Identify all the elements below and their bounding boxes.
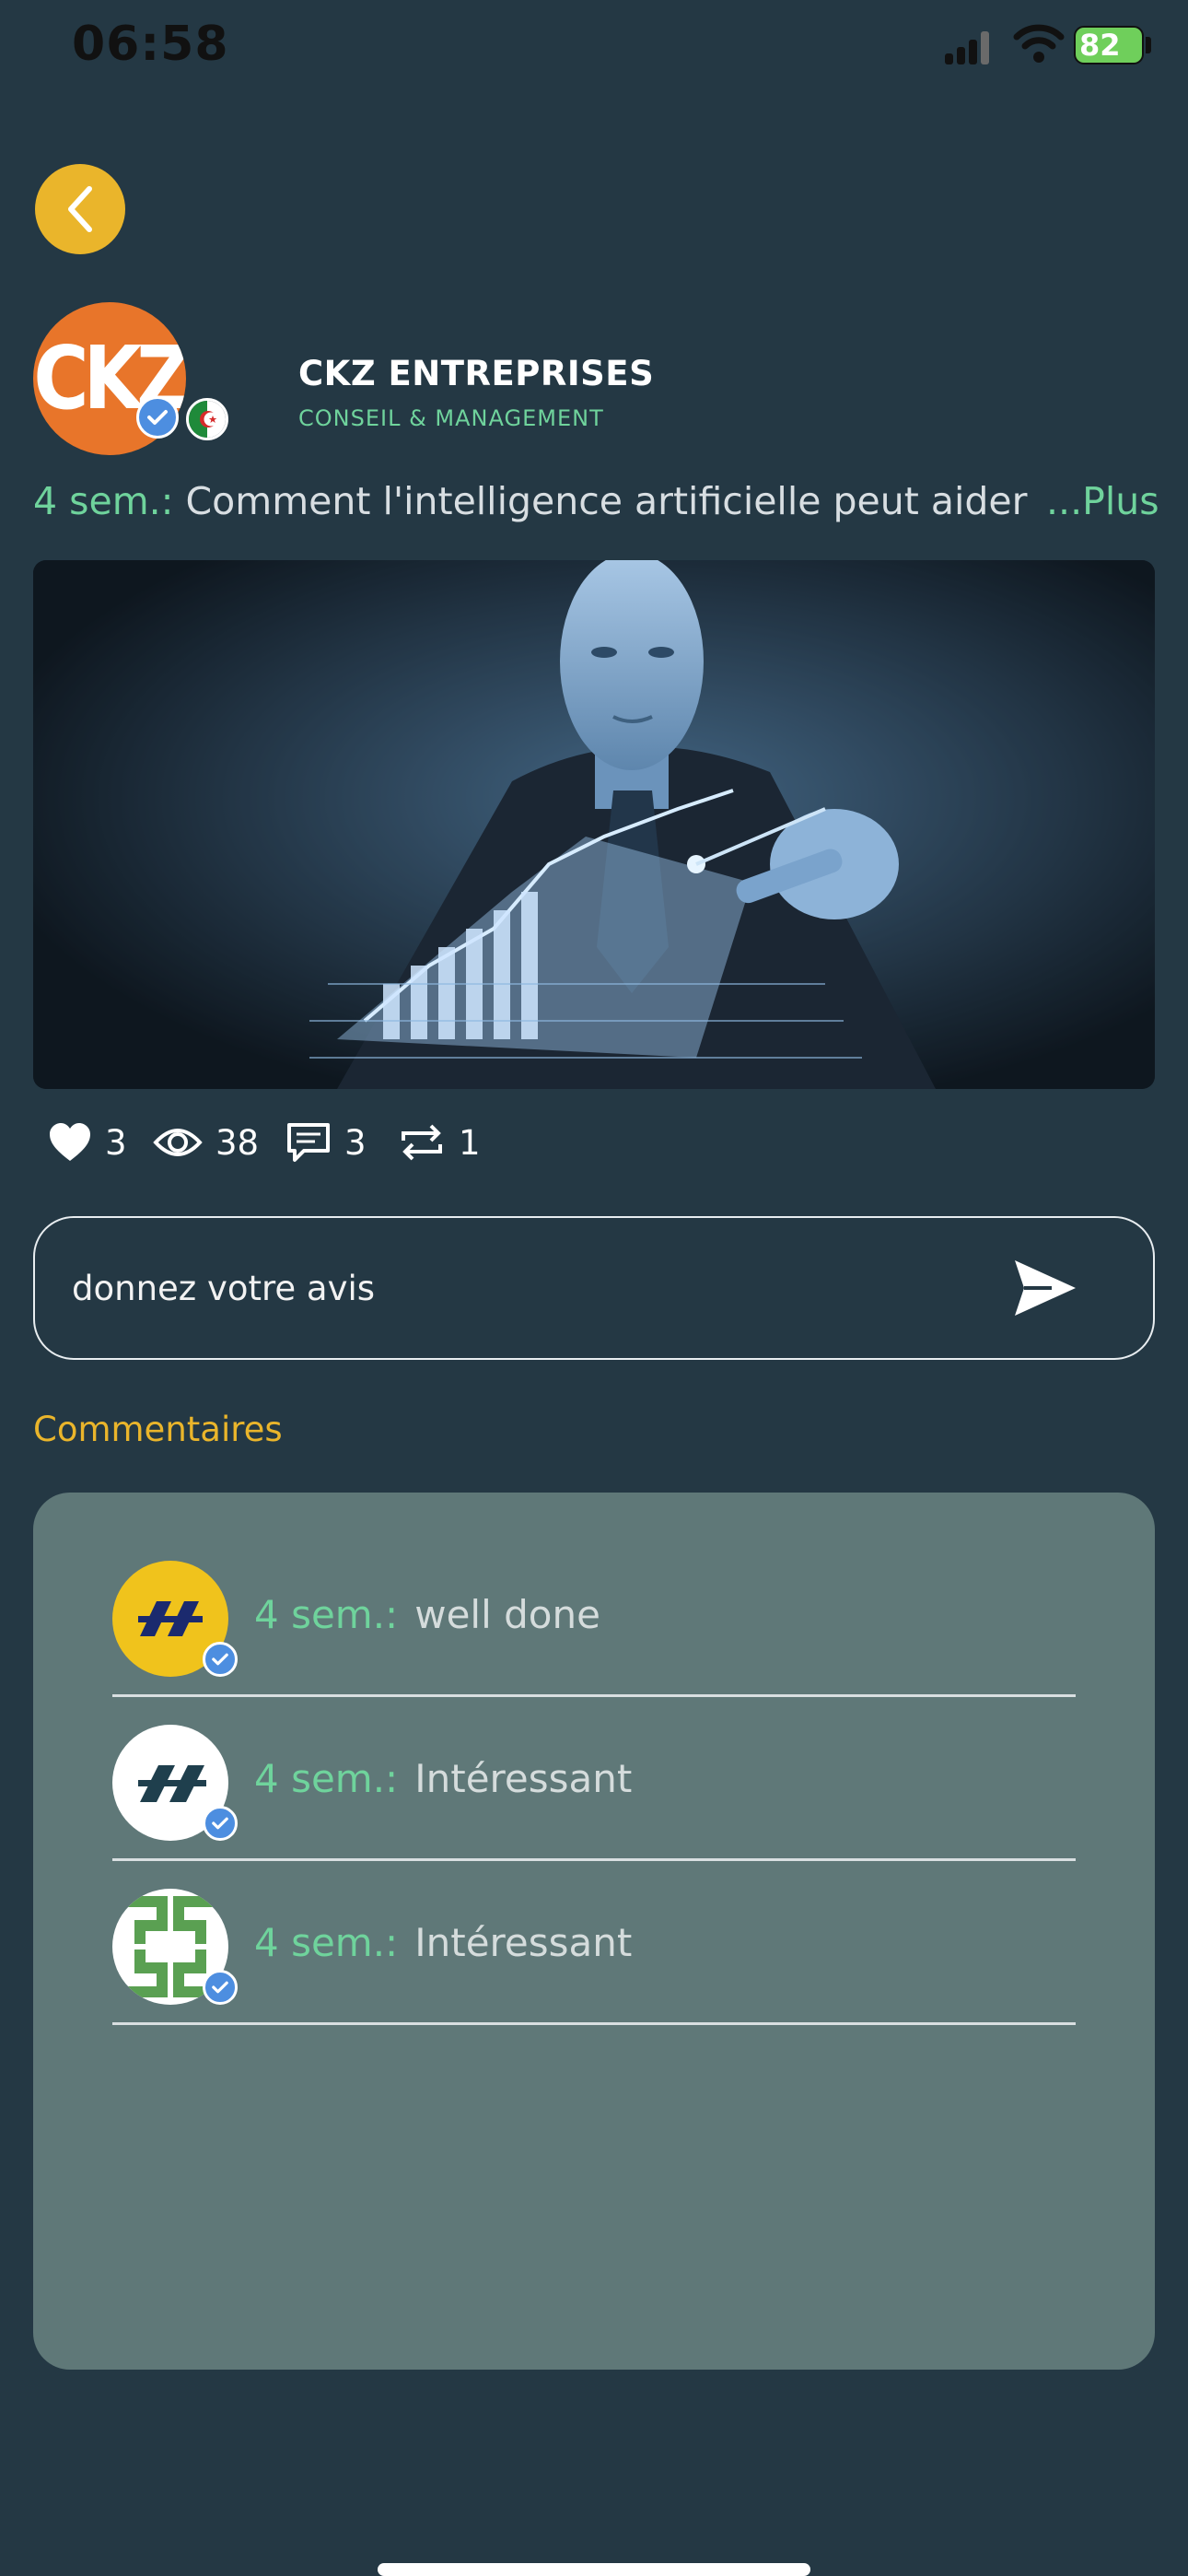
heart-icon <box>50 1123 90 1161</box>
battery-level: 82 <box>1079 28 1121 63</box>
comment-time: 4 sem.: <box>254 1920 399 1965</box>
comment-item[interactable]: 4 sem.: Intéressant <box>112 1697 1076 1861</box>
verified-badge-icon <box>203 1806 238 1841</box>
show-more-link[interactable]: ...Plus <box>1046 479 1159 523</box>
post-image[interactable] <box>33 560 1155 1089</box>
status-time: 06:58 <box>72 17 229 72</box>
comment-time: 4 sem.: <box>254 1592 399 1637</box>
reposts-count: 1 <box>459 1122 481 1163</box>
comment-item[interactable]: 4 sem.: Intéressant <box>112 1861 1076 2025</box>
home-indicator[interactable] <box>378 2563 810 2576</box>
views-stat: 38 <box>153 1117 259 1168</box>
likes-stat[interactable]: 3 <box>48 1117 127 1168</box>
comment-time: 4 sem.: <box>254 1756 399 1801</box>
send-icon <box>1015 1260 1076 1316</box>
comment-item[interactable]: 4 sem.: well done <box>112 1533 1076 1697</box>
comment-text: 4 sem.: well done <box>254 1592 600 1637</box>
eye-icon <box>153 1129 203 1156</box>
algeria-flag-icon <box>186 398 228 440</box>
company-tagline: CONSEIL & MANAGEMENT <box>298 405 604 431</box>
battery-indicator: 82 <box>1074 26 1144 64</box>
comment-body: Intéressant <box>414 1756 633 1801</box>
post-text: Comment l'intelligence artificielle peut… <box>185 479 1028 523</box>
comments-stat[interactable]: 3 <box>285 1117 367 1168</box>
verified-badge-icon <box>203 1642 238 1677</box>
comment-text: 4 sem.: Intéressant <box>254 1756 632 1801</box>
verified-badge-icon <box>203 1970 238 2005</box>
chevron-left-icon <box>68 186 92 232</box>
reposts-stat[interactable]: 1 <box>398 1117 481 1168</box>
wifi-icon <box>1013 24 1065 63</box>
comment-body: well done <box>414 1592 600 1637</box>
comments-title: Commentaires <box>33 1410 283 1449</box>
company-name[interactable]: CKZ ENTREPRISES <box>298 354 654 393</box>
comment-input[interactable]: donnez votre avis <box>33 1216 1155 1360</box>
verified-badge-icon <box>136 396 179 439</box>
comment-icon <box>287 1123 330 1162</box>
comment-body: Intéressant <box>414 1920 633 1965</box>
comments-count: 3 <box>344 1122 367 1163</box>
repost-icon <box>402 1124 442 1161</box>
post-caption: 4 sem.: Comment l'intelligence artificie… <box>33 479 1155 523</box>
send-button[interactable] <box>1009 1255 1079 1321</box>
views-count: 38 <box>215 1122 260 1163</box>
post-time: 4 sem.: <box>33 479 174 523</box>
likes-count: 3 <box>105 1122 127 1163</box>
comment-input-placeholder: donnez votre avis <box>72 1268 376 1308</box>
back-button[interactable] <box>35 164 125 254</box>
cellular-signal-icon <box>945 31 989 64</box>
comment-text: 4 sem.: Intéressant <box>254 1920 632 1965</box>
battery-nub <box>1146 37 1151 53</box>
